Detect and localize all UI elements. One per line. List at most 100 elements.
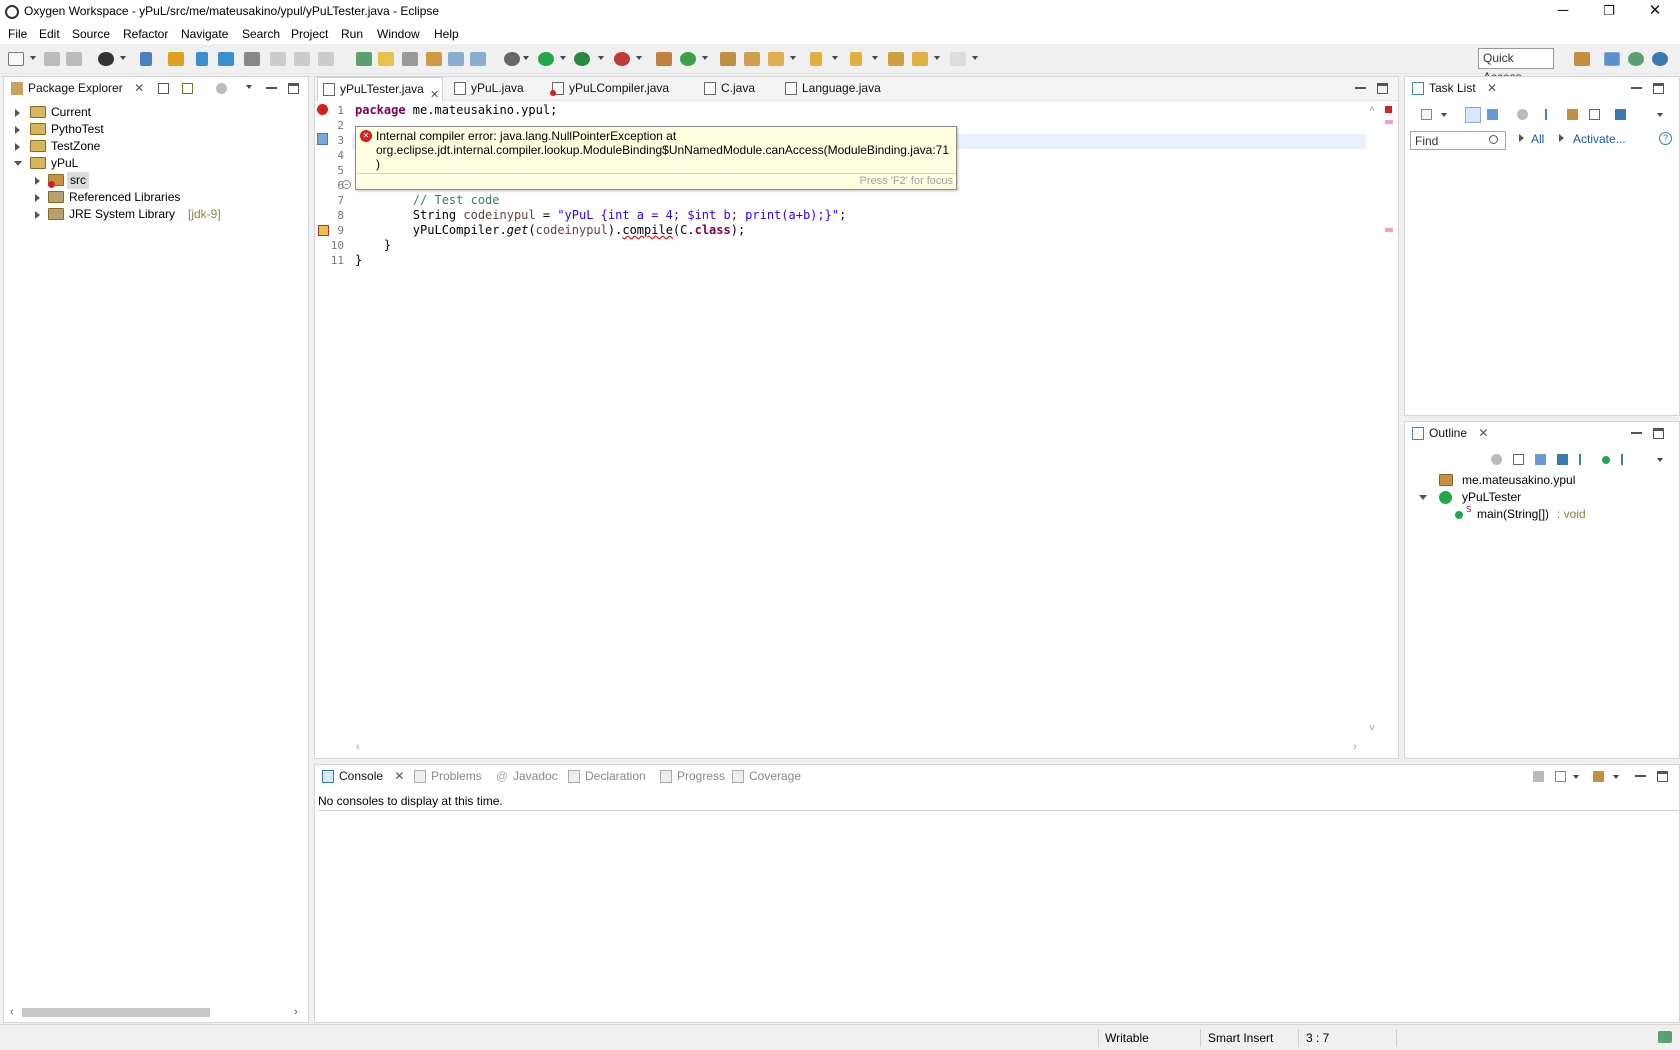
maximize-icon[interactable] <box>1653 428 1664 439</box>
display-console-icon[interactable] <box>1555 771 1566 782</box>
profile-icon[interactable] <box>98 52 114 66</box>
new-task-icon[interactable] <box>1421 109 1432 120</box>
chevron-down-icon[interactable] <box>560 56 566 60</box>
close-icon[interactable]: ✕ <box>1487 81 1497 95</box>
close-icon[interactable]: ✕ <box>134 81 144 95</box>
code-line-11[interactable]: } <box>355 253 362 267</box>
notification-icon[interactable] <box>1658 1031 1672 1043</box>
chevron-down-icon[interactable] <box>120 56 126 60</box>
new-icon[interactable] <box>8 52 24 66</box>
sort-icon[interactable] <box>1535 454 1546 465</box>
minimize-icon[interactable] <box>266 83 277 89</box>
view-menu-icon[interactable] <box>1657 113 1663 117</box>
skip-breakpoints-icon[interactable] <box>140 52 152 66</box>
scroll-right-icon[interactable]: › <box>294 1006 298 1018</box>
minimize-icon[interactable] <box>1631 83 1642 89</box>
code-line-9[interactable]: yPuLCompiler.get(codeinypul).compile(C.c… <box>355 223 745 237</box>
menu-run[interactable]: Run <box>341 27 363 41</box>
chevron-down-icon[interactable] <box>934 56 940 60</box>
expand-icon[interactable] <box>15 109 20 117</box>
tab-ypul-java[interactable]: yPuL.java <box>449 77 524 101</box>
menu-project[interactable]: Project <box>291 27 328 41</box>
code-line-1[interactable]: package me.mateusakino.ypul; <box>355 103 557 117</box>
close-button[interactable]: ✕ <box>1632 0 1678 24</box>
overview-marker[interactable] <box>1385 228 1393 232</box>
external-tools-icon[interactable] <box>614 52 630 66</box>
tab-c-java[interactable]: C.java <box>699 77 755 101</box>
maximize-icon[interactable] <box>1377 83 1388 94</box>
open-folder-icon[interactable] <box>720 52 736 66</box>
overview-marker[interactable] <box>1385 120 1393 124</box>
activate-link[interactable]: Activate... <box>1573 132 1626 146</box>
view-menu-icon[interactable] <box>1657 458 1663 462</box>
minimize-icon[interactable] <box>1355 83 1366 89</box>
paragraph-icon[interactable] <box>470 52 486 66</box>
save-all-icon[interactable] <box>66 52 82 66</box>
scroll-left-icon[interactable]: ‹ <box>10 1006 14 1018</box>
filter-icon[interactable] <box>1567 109 1578 120</box>
chevron-down-icon[interactable] <box>598 56 604 60</box>
java-perspective-icon[interactable] <box>1604 52 1620 66</box>
tab-ypultester-java[interactable]: yPuLTester.java ✕ <box>317 77 443 101</box>
highlight-icon[interactable] <box>378 52 394 66</box>
link-icon[interactable] <box>244 52 260 66</box>
hide-local-types-icon[interactable] <box>1621 454 1632 465</box>
tab-coverage[interactable]: Coverage <box>727 765 801 789</box>
menu-source[interactable]: Source <box>72 27 110 41</box>
python-perspective-icon[interactable] <box>1652 52 1668 66</box>
last-edit-icon[interactable] <box>888 52 904 66</box>
menu-file[interactable]: File <box>8 27 27 41</box>
help-icon[interactable]: ? <box>1659 132 1672 145</box>
maximize-button[interactable]: ❐ <box>1586 0 1632 24</box>
outline-method[interactable]: S main(String[]) : void <box>1455 505 1675 523</box>
categorized-icon[interactable] <box>1465 107 1481 123</box>
new-package-icon[interactable] <box>656 52 672 66</box>
menu-help[interactable]: Help <box>434 27 459 41</box>
chevron-down-icon[interactable] <box>972 56 978 60</box>
tab-language-java[interactable]: Language.java <box>780 77 881 101</box>
menu-edit[interactable]: Edit <box>39 27 60 41</box>
chevron-down-icon[interactable] <box>523 56 529 60</box>
chevron-down-icon[interactable] <box>832 56 838 60</box>
toggle-mark-icon[interactable] <box>196 52 208 66</box>
minimize-icon[interactable] <box>1631 428 1642 434</box>
maximize-icon[interactable] <box>288 83 299 94</box>
prev-edit-icon[interactable] <box>850 52 862 66</box>
hide-nonpublic-icon[interactable] <box>1602 456 1610 464</box>
open-type-icon[interactable] <box>168 52 184 66</box>
maximize-icon[interactable] <box>1653 83 1664 94</box>
debug-icon[interactable] <box>504 52 520 66</box>
find-input[interactable]: Find <box>1410 131 1506 150</box>
collapse-all-icon[interactable] <box>1513 454 1524 465</box>
chevron-down-icon[interactable] <box>790 56 796 60</box>
focus-icon[interactable] <box>1517 109 1528 120</box>
menu-search[interactable]: Search <box>242 27 280 41</box>
expand-icon[interactable] <box>15 126 20 134</box>
hide-static-icon[interactable] <box>1579 454 1590 465</box>
search-icon[interactable] <box>1489 135 1498 144</box>
chevron-down-icon[interactable] <box>1573 775 1579 779</box>
grid-icon[interactable] <box>218 52 234 66</box>
tab-console[interactable]: Console ✕ <box>317 765 404 789</box>
scroll-left-icon[interactable]: ‹ <box>356 741 360 753</box>
expand-icon[interactable] <box>35 194 40 202</box>
link-with-editor-icon[interactable] <box>182 83 193 94</box>
coverage-icon[interactable] <box>574 52 590 66</box>
chevron-down-icon[interactable] <box>702 56 708 60</box>
pin-icon[interactable] <box>402 52 418 66</box>
back-icon[interactable] <box>912 52 928 66</box>
minimize-button[interactable]: ─ <box>1540 0 1586 24</box>
view-menu-icon[interactable] <box>246 85 252 89</box>
chevron-down-icon[interactable] <box>30 56 36 60</box>
open-console-icon[interactable] <box>1593 771 1604 782</box>
outline-tab[interactable]: Outline ✕ <box>1407 422 1488 446</box>
menu-refactor[interactable]: Refactor <box>123 27 168 41</box>
search-tools-icon[interactable] <box>768 52 784 66</box>
scroll-right-icon[interactable]: › <box>1353 741 1357 753</box>
word-wrap-icon[interactable] <box>448 52 464 66</box>
package-explorer-tab[interactable]: Package Explorer ✕ <box>6 77 144 101</box>
horizontal-scrollbar[interactable]: ‹ › <box>8 1005 304 1019</box>
chevron-down-icon[interactable] <box>1613 775 1619 779</box>
chevron-down-icon[interactable] <box>1441 113 1447 117</box>
all-link[interactable]: All <box>1531 132 1544 146</box>
